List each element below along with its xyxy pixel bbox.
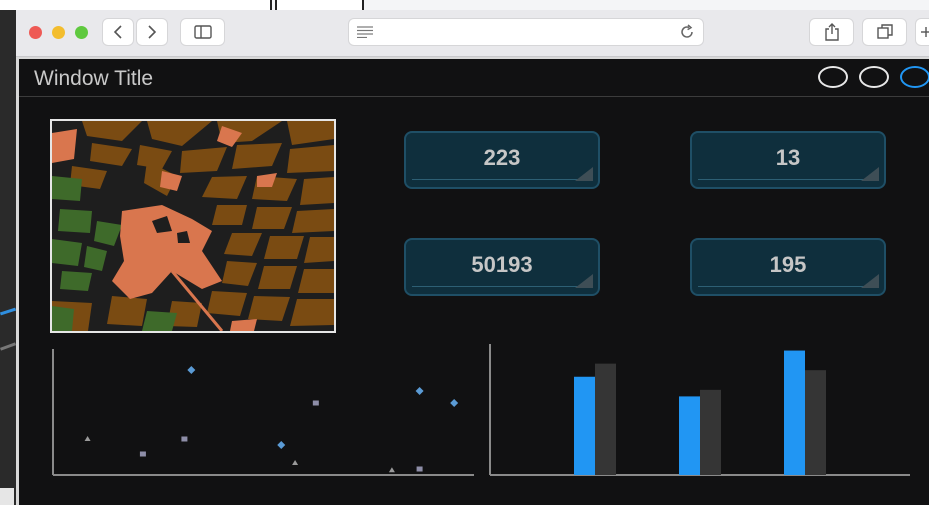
stat-tile-1[interactable]: 223: [404, 131, 600, 189]
close-window-button[interactable]: [29, 26, 42, 39]
back-button[interactable]: [103, 19, 133, 45]
stat-underline: [412, 179, 592, 180]
data-point-square: [139, 451, 146, 457]
tabs-overview-button[interactable]: [863, 19, 906, 45]
new-tab-button[interactable]: [916, 19, 929, 45]
background-window-left: [0, 0, 272, 10]
window-control-2[interactable]: [859, 66, 889, 88]
map-image: [52, 121, 334, 331]
data-point-square: [181, 436, 188, 442]
reload-icon[interactable]: [679, 24, 695, 40]
sidebar-button[interactable]: [181, 19, 224, 45]
bar: [679, 396, 700, 475]
data-point-diamond: [187, 366, 196, 374]
stat-corner-icon: [861, 167, 879, 181]
share-icon: [824, 23, 839, 41]
address-bar[interactable]: [349, 19, 703, 45]
sidebar-icon: [193, 25, 212, 39]
browser-toolbar: [16, 10, 929, 57]
app-title-bar: Window Title: [19, 59, 929, 97]
city-map[interactable]: [50, 119, 336, 333]
tabs-icon: [876, 24, 893, 39]
share-button[interactable]: [810, 19, 853, 45]
data-point-diamond: [415, 387, 424, 395]
data-point-diamond: [277, 441, 286, 449]
reader-icon: [357, 26, 373, 38]
data-point-square: [416, 466, 423, 472]
stat-tile-3[interactable]: 50193: [404, 238, 600, 296]
stat-value: 223: [483, 145, 521, 170]
stat-underline: [412, 286, 592, 287]
forward-icon: [148, 25, 157, 39]
minimize-window-button[interactable]: [52, 26, 65, 39]
data-point-triangle: [388, 467, 395, 473]
bar: [805, 370, 826, 475]
stat-value: 195: [769, 252, 807, 277]
data-point-triangle: [292, 460, 299, 465]
stat-underline: [698, 179, 878, 180]
bar: [700, 389, 721, 475]
stat-corner-icon: [575, 274, 593, 288]
background-window-edge: [0, 488, 14, 505]
data-point-triangle: [84, 436, 91, 441]
back-icon: [113, 25, 122, 39]
data-point-diamond: [450, 399, 459, 407]
background-window-mid: [275, 0, 364, 10]
stat-tile-4[interactable]: 195: [690, 238, 886, 296]
stat-corner-icon: [861, 274, 879, 288]
background-desktop: [0, 0, 17, 505]
background-top-strip: [0, 0, 929, 10]
window-control-3[interactable]: [900, 66, 929, 88]
background-line-gray: [0, 342, 17, 351]
new-tab-icon: [921, 27, 929, 37]
bar: [574, 376, 595, 475]
zoom-window-button[interactable]: [75, 26, 88, 39]
window-title: Window Title: [34, 67, 154, 90]
data-point-square: [312, 400, 319, 406]
forward-button[interactable]: [137, 19, 167, 45]
stat-value: 13: [775, 145, 801, 170]
stat-value: 50193: [471, 252, 533, 277]
app-window: Window Title 223 13 50193 195: [16, 57, 929, 505]
stat-tile-2[interactable]: 13: [690, 131, 886, 189]
background-line-blue: [0, 307, 17, 316]
bar: [784, 350, 805, 475]
bar: [595, 363, 616, 475]
window-control-1[interactable]: [818, 66, 848, 88]
bar-chart: [489, 344, 910, 476]
stat-corner-icon: [575, 167, 593, 181]
scatter-chart: [52, 349, 474, 476]
stat-underline: [698, 286, 878, 287]
